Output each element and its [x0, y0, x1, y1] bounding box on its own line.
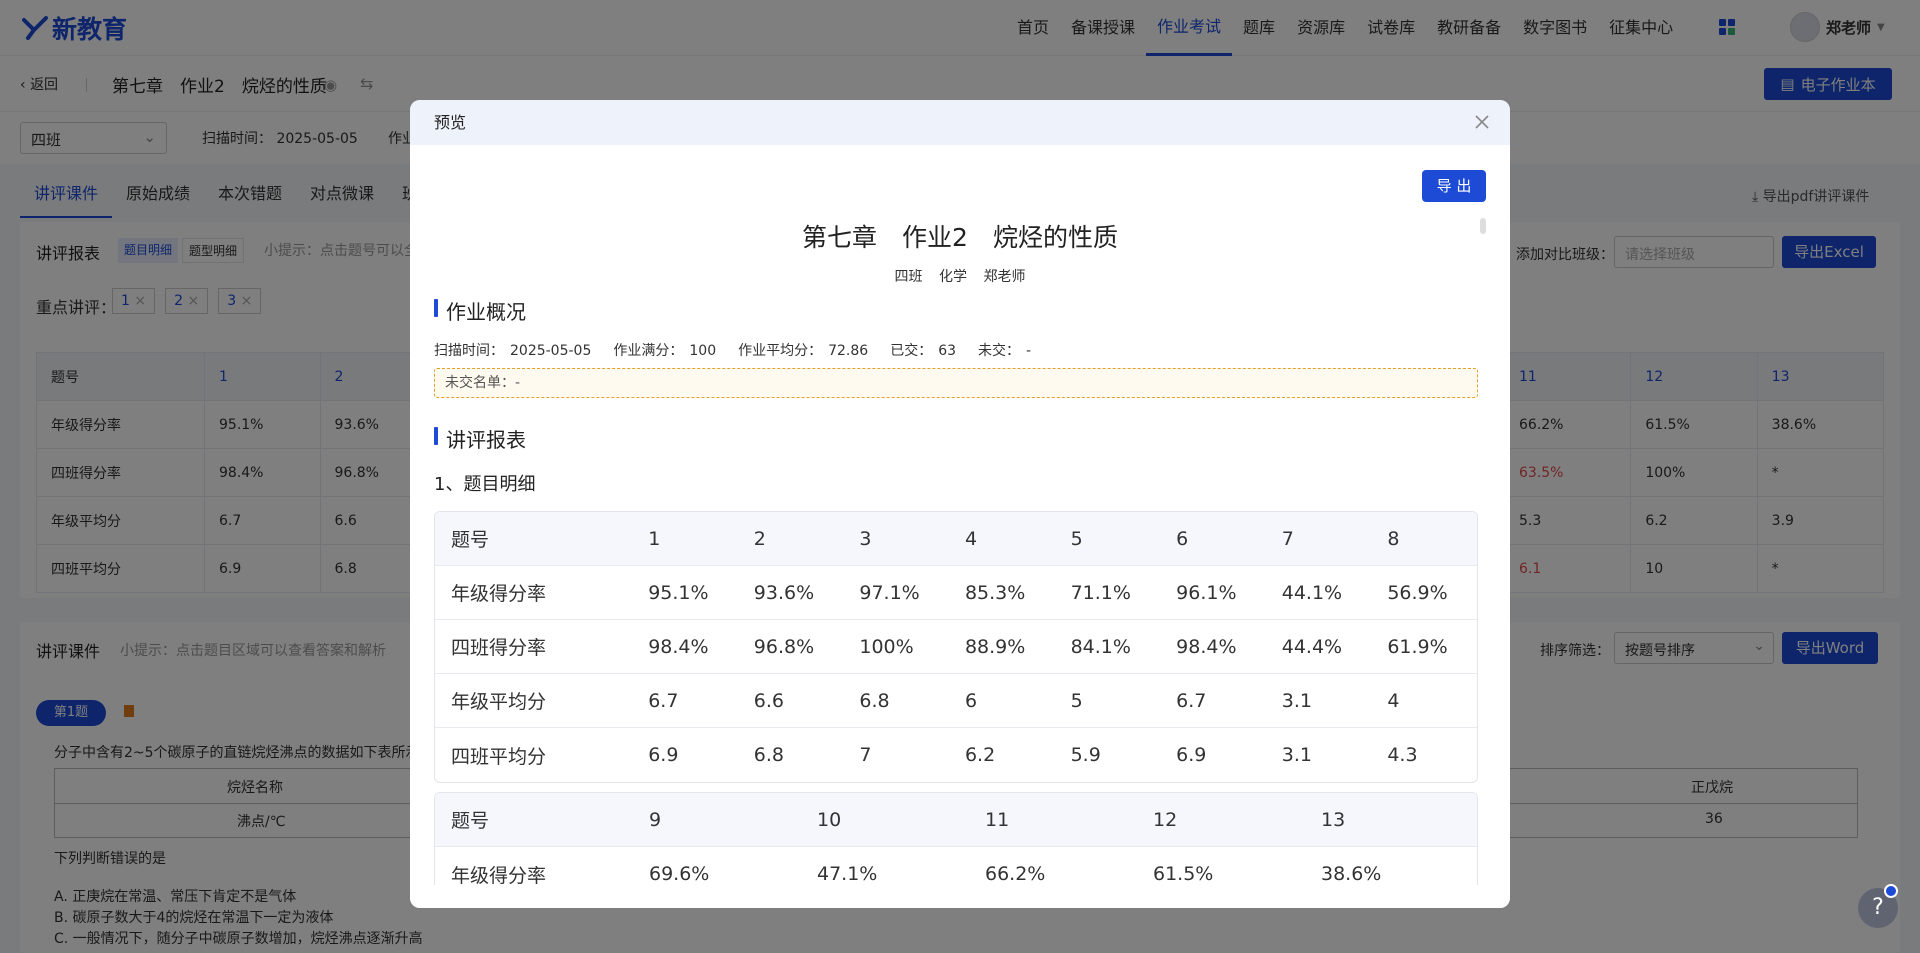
table-cell: 6: [1176, 527, 1189, 550]
stat-value: -: [1026, 343, 1032, 359]
help-icon: ?: [1872, 895, 1884, 920]
table-cell: 44.4%: [1281, 635, 1343, 658]
table-cell: 96.1%: [1176, 581, 1237, 604]
table-cell: 6.7: [648, 689, 679, 712]
stat-value: 72.86: [828, 343, 869, 359]
table-cell: 5: [1070, 689, 1083, 712]
stat-label: 作业平均分：: [738, 343, 823, 359]
table-cell: 四班得分率: [451, 637, 547, 659]
table-cell: 4.3: [1387, 744, 1418, 766]
overview-stats: 扫描时间： 2025-05-05 作业满分： 100 作业平均分： 72.86 已交：…: [434, 340, 1031, 360]
stat-value: 2025-05-05: [510, 343, 592, 359]
table-cell: 61.9%: [1387, 635, 1448, 658]
table-cell: 96.8%: [753, 635, 815, 658]
table-cell: 98.4%: [648, 635, 709, 658]
table-cell: 6.2: [964, 744, 996, 766]
table-cell: 44.1%: [1281, 581, 1343, 604]
table-row: 四班得分率 98.4% 96.8% 100% 88.9% 84.1% 98.4%…: [435, 620, 1477, 674]
table-cell: 10: [817, 808, 842, 831]
table-row: 年级得分率 95.1% 93.6% 97.1% 85.3% 71.1% 96.1…: [435, 566, 1477, 620]
table-cell: 年级平均分: [451, 691, 547, 713]
stat-label: 扫描时间：: [434, 343, 504, 359]
table-cell: 6.9: [1176, 744, 1207, 766]
stat-submitted: 已交： 63: [890, 340, 956, 360]
table-cell: 61.5%: [1153, 863, 1214, 885]
table-cell: 38.6%: [1321, 863, 1382, 885]
section-overview-title: 作业概况: [434, 296, 526, 325]
table-cell: 3: [859, 527, 872, 550]
table-cell: 66.2%: [985, 863, 1046, 885]
stat-full-score: 作业满分： 100: [613, 340, 716, 360]
table-row: 年级平均分 6.7 6.6 6.8 6 5 6.7 3.1 4: [435, 674, 1477, 728]
preview-table-2: 题号 9 10 11 12 13 年级得分率 69.6% 47.1% 66.2%…: [434, 792, 1478, 892]
table-cell: 56.9%: [1387, 581, 1448, 604]
table-cell: 5.9: [1070, 744, 1101, 766]
stat-label: 未交：: [978, 343, 1021, 359]
document-subtitle: 四班 化学 郑老师: [894, 269, 1026, 285]
table-cell: 71.1%: [1070, 581, 1131, 604]
table-cell: 47.1%: [817, 863, 878, 885]
table-row: 题号 9 10 11 12 13: [435, 793, 1477, 847]
table-cell: 85.3%: [964, 581, 1026, 604]
subsection-title: 1、题目明细: [434, 474, 536, 495]
table-cell: 5: [1070, 527, 1083, 550]
close-icon[interactable]: [1472, 112, 1492, 132]
table-cell: 1: [648, 527, 661, 550]
notification-dot: [1884, 884, 1898, 898]
stat-average: 作业平均分： 72.86: [738, 340, 868, 360]
section-report-title: 讲评报表: [434, 424, 526, 453]
table-cell: 2: [753, 527, 766, 550]
table-cell: 年级得分率: [451, 583, 547, 605]
preview-table-1: 题号 1 2 3 4 5 6 7 8 年级得分率 95.1% 93.6% 97.…: [434, 511, 1478, 783]
table-row: 四班平均分 6.9 6.8 7 6.2 5.9 6.9 3.1 4.3: [435, 728, 1477, 782]
table-cell: 93.6%: [753, 581, 815, 604]
table-cell: 7: [1281, 527, 1294, 550]
table-cell: 题号: [451, 529, 490, 551]
table-cell: 4: [964, 527, 978, 550]
table-cell: 6.6: [753, 689, 784, 712]
document-title: 第七章 作业2 烷烃的性质: [802, 223, 1118, 252]
table-cell: 4: [1387, 689, 1400, 712]
table-cell: 6.7: [1176, 689, 1207, 712]
table-cell: 13: [1321, 808, 1346, 831]
stat-label: 已交：: [890, 343, 933, 359]
unsubmitted-list: 未交名单：-: [434, 368, 1478, 398]
export-button[interactable]: 导 出: [1422, 170, 1486, 202]
table-cell: 四班平均分: [451, 745, 547, 768]
table-row: 题号 1 2 3 4 5 6 7 8: [435, 512, 1477, 566]
table-cell: 6.8: [859, 689, 890, 712]
table-cell: 题号: [451, 810, 490, 832]
preview-modal: 预览 导 出 第七章 作业2 烷烃的性质 四班 化学 郑老师 作业概况 扫描时间…: [410, 100, 1510, 908]
table-cell: 3.1: [1281, 744, 1312, 766]
stat-unsubmitted: 未交： -: [978, 340, 1031, 360]
table-cell: 11: [985, 808, 1010, 831]
table-cell: 84.1%: [1070, 635, 1131, 658]
stat-label: 作业满分：: [613, 343, 684, 359]
modal-footer-mask: [410, 885, 1510, 908]
table-cell: 3.1: [1281, 689, 1312, 712]
table-cell: 98.4%: [1176, 635, 1237, 658]
stat-value: 63: [938, 343, 957, 359]
table-cell: 7: [859, 744, 872, 766]
modal-title: 预览: [434, 113, 467, 132]
table-cell: 6.8: [753, 744, 784, 766]
stat-scan-time: 扫描时间： 2025-05-05: [434, 340, 591, 360]
stat-value: 100: [689, 343, 717, 359]
table-cell: 6.9: [648, 744, 679, 766]
table-cell: 95.1%: [648, 581, 709, 604]
table-cell: 97.1%: [859, 581, 920, 604]
table-cell: 6: [964, 689, 978, 712]
table-cell: 9: [649, 808, 662, 831]
table-cell: 69.6%: [649, 863, 710, 885]
table-cell: 12: [1153, 808, 1178, 831]
table-cell: 年级得分率: [451, 864, 547, 887]
table-cell: 88.9%: [964, 635, 1026, 658]
modal-header: 预览: [410, 100, 1510, 145]
table-cell: 100%: [859, 635, 914, 658]
table-cell: 8: [1387, 527, 1400, 550]
